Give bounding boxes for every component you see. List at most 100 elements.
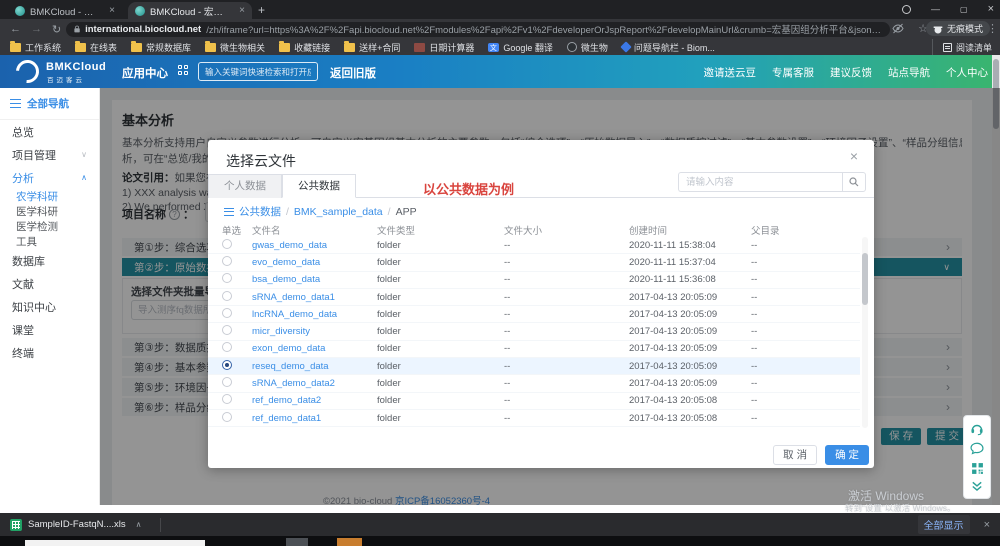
- table-row[interactable]: bsa_demo_data folder -- 2020-11-11 15:36…: [208, 272, 860, 289]
- browser-profile-icon[interactable]: [902, 5, 911, 14]
- file-name-link[interactable]: lncRNA_demo_data: [252, 309, 377, 320]
- file-name-link[interactable]: evo_demo_data: [252, 257, 377, 268]
- app-center-link[interactable]: 应用中心: [122, 65, 168, 81]
- header-link[interactable]: 专属客服: [772, 65, 814, 80]
- eye-blocked-icon[interactable]: [892, 23, 904, 34]
- bookmark-item[interactable]: 工作系统: [10, 41, 61, 54]
- table-row[interactable]: sRNA_demo_data2 folder -- 2017-04-13 20:…: [208, 375, 860, 392]
- dialog-tab[interactable]: 个人数据: [208, 174, 282, 198]
- radio-button[interactable]: [222, 256, 232, 266]
- sidebar-item[interactable]: 农学科研: [0, 189, 99, 204]
- bookmark-item[interactable]: 日期计算器: [414, 41, 474, 54]
- show-all-button[interactable]: 全部显示: [918, 515, 970, 534]
- bookmark-item[interactable]: 微生物: [567, 41, 608, 54]
- browser-tab[interactable]: BMKCloud - 分析 ×: [8, 2, 122, 19]
- radio-button[interactable]: [222, 273, 232, 283]
- bookmark-item[interactable]: 收藏链接: [279, 41, 330, 54]
- app-search-input[interactable]: [198, 62, 318, 81]
- forward-icon[interactable]: →: [31, 23, 42, 35]
- bookmark-item[interactable]: 常规数据库: [131, 41, 191, 54]
- breadcrumb-root[interactable]: 公共数据: [239, 204, 281, 219]
- radio-button[interactable]: [222, 342, 232, 352]
- table-row[interactable]: gwas_demo_data folder -- 2020-11-11 15:3…: [208, 237, 860, 254]
- chevron-up-icon[interactable]: ∧: [136, 520, 142, 529]
- taskbar-item[interactable]: [286, 538, 308, 546]
- radio-button[interactable]: [222, 291, 232, 301]
- table-row[interactable]: lncRNA_demo_data folder -- 2017-04-13 20…: [208, 306, 860, 323]
- address-field[interactable]: international.biocloud.net/zh/iframe?url…: [66, 22, 890, 37]
- breadcrumb-mid[interactable]: BMK_sample_data: [294, 206, 383, 218]
- sidebar-item[interactable]: 知识中心: [0, 295, 99, 318]
- file-name-link[interactable]: reseq_demo_data: [252, 361, 377, 372]
- scrollbar-thumb[interactable]: [862, 253, 868, 305]
- window-maximize-button[interactable]: ▢: [960, 5, 968, 14]
- sidebar-nav-all[interactable]: 全部导航: [0, 88, 99, 120]
- double-chevron-down-icon[interactable]: [971, 481, 983, 492]
- table-row[interactable]: sRNA_demo_data1 folder -- 2017-04-13 20:…: [208, 289, 860, 306]
- sidebar-item[interactable]: 数据库: [0, 249, 99, 272]
- taskbar-item[interactable]: [337, 538, 362, 546]
- sidebar-item[interactable]: 工具: [0, 234, 99, 249]
- browser-menu-icon[interactable]: ⋮: [987, 22, 998, 35]
- download-item[interactable]: SampleID-FastqN....xls ∧: [0, 519, 152, 531]
- window-close-button[interactable]: ×: [988, 3, 994, 15]
- chat-icon[interactable]: [970, 442, 984, 455]
- sidebar-item[interactable]: 项目管理: [0, 143, 99, 166]
- app-grid-icon[interactable]: [178, 65, 189, 76]
- header-link[interactable]: 个人中心: [946, 65, 988, 80]
- radio-button[interactable]: [222, 394, 232, 404]
- bookmark-item[interactable]: 在线表: [75, 41, 117, 54]
- file-name-link[interactable]: gwas_demo_data: [252, 240, 377, 251]
- dialog-search-input[interactable]: [678, 172, 842, 192]
- download-bar-close-icon[interactable]: ×: [984, 519, 990, 531]
- file-name-link[interactable]: ref_demo_data2: [252, 395, 377, 406]
- new-tab-button[interactable]: +: [258, 3, 265, 17]
- sidebar-item[interactable]: 文献: [0, 272, 99, 295]
- radio-button[interactable]: [222, 412, 232, 422]
- dialog-tab[interactable]: 公共数据: [282, 174, 356, 198]
- bookmark-item[interactable]: 微生物相关: [205, 41, 265, 54]
- logo-title[interactable]: BMKCloud: [46, 61, 106, 73]
- header-link[interactable]: 站点导航: [888, 65, 930, 80]
- header-link[interactable]: 建议反馈: [830, 65, 872, 80]
- bmkcloud-logo-icon[interactable]: [11, 55, 43, 87]
- reload-icon[interactable]: ↻: [52, 23, 61, 36]
- radio-button[interactable]: [222, 377, 232, 387]
- bookmark-item[interactable]: 问题导航栏 - Biom...: [622, 41, 715, 54]
- headset-icon[interactable]: [970, 422, 984, 436]
- cancel-button[interactable]: 取 消: [773, 445, 817, 465]
- table-row[interactable]: ref_demo_data1 folder -- 2017-04-13 20:0…: [208, 410, 860, 427]
- file-name-link[interactable]: bsa_demo_data: [252, 274, 377, 285]
- window-minimize-button[interactable]: —: [931, 4, 940, 14]
- sidebar-item[interactable]: 终端: [0, 341, 99, 364]
- file-name-link[interactable]: ref_demo_data1: [252, 413, 377, 424]
- confirm-button[interactable]: 确 定: [825, 445, 869, 465]
- sidebar-item[interactable]: 医学检测: [0, 219, 99, 234]
- qrcode-icon[interactable]: [971, 462, 984, 475]
- reading-list-button[interactable]: 阅读清单: [932, 39, 992, 55]
- radio-button[interactable]: [222, 360, 232, 370]
- dialog-close-icon[interactable]: ×: [850, 148, 858, 164]
- file-name-link[interactable]: sRNA_demo_data2: [252, 378, 377, 389]
- sidebar-item[interactable]: 医学科研: [0, 204, 99, 219]
- table-row[interactable]: evo_demo_data folder -- 2020-11-11 15:37…: [208, 254, 860, 271]
- back-to-old-link[interactable]: 返回旧版: [330, 65, 376, 81]
- sidebar-item[interactable]: 分析: [0, 166, 99, 189]
- sidebar-item[interactable]: 总览: [0, 120, 99, 143]
- radio-button[interactable]: [222, 308, 232, 318]
- bookmark-item[interactable]: 送样+合同: [344, 41, 400, 54]
- file-name-link[interactable]: micr_diversity: [252, 326, 377, 337]
- table-row[interactable]: micr_diversity folder -- 2017-04-13 20:0…: [208, 323, 860, 340]
- tab-close-icon[interactable]: ×: [239, 5, 245, 16]
- header-link[interactable]: 邀请送云豆: [704, 65, 757, 80]
- browser-tab-active[interactable]: BMKCloud - 宏基因组分析平台 ×: [128, 2, 252, 19]
- table-row[interactable]: reseq_demo_data folder -- 2017-04-13 20:…: [208, 358, 860, 375]
- taskbar-search-box[interactable]: [25, 540, 205, 546]
- file-name-link[interactable]: exon_demo_data: [252, 343, 377, 354]
- bookmark-item[interactable]: Google 翻译: [488, 41, 553, 54]
- table-scrollbar[interactable]: [862, 237, 868, 428]
- back-icon[interactable]: ←: [10, 23, 21, 35]
- tab-close-icon[interactable]: ×: [109, 5, 115, 16]
- sidebar-item[interactable]: 课堂: [0, 318, 99, 341]
- table-row[interactable]: exon_demo_data folder -- 2017-04-13 20:0…: [208, 341, 860, 358]
